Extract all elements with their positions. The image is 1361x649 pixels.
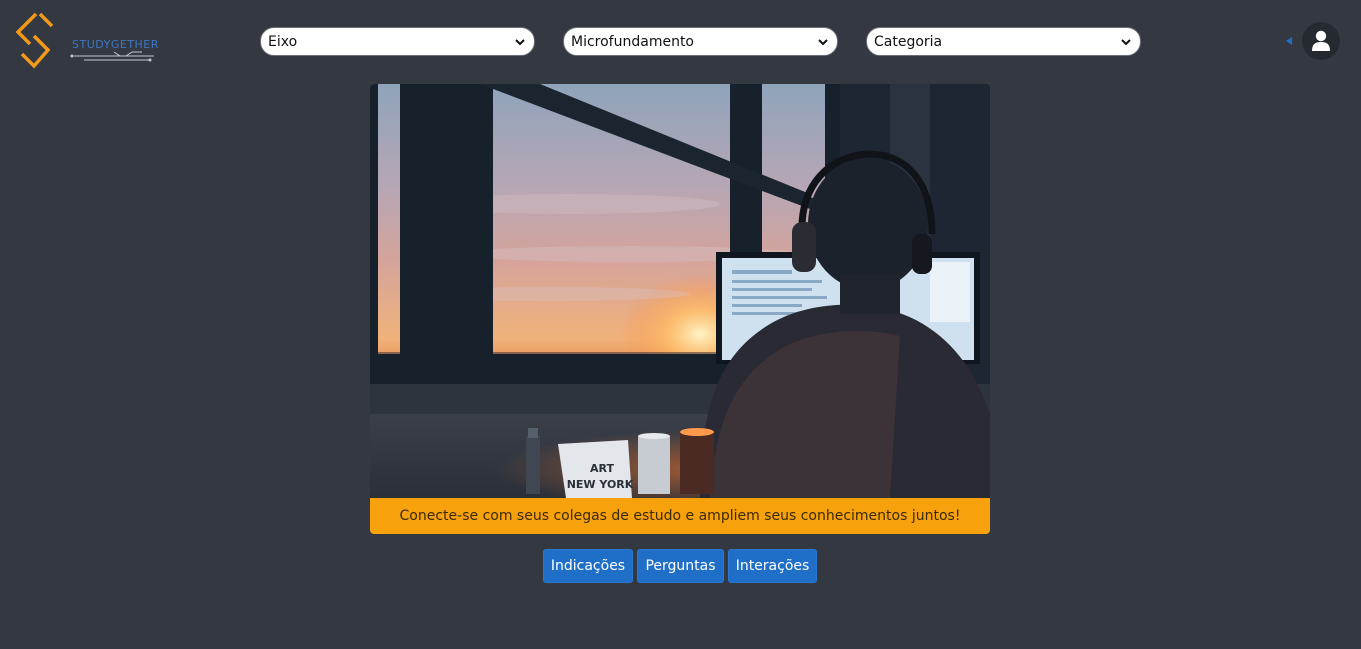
logo-text: STUDYGETHER (72, 38, 159, 51)
categoria-select[interactable]: Categoria (866, 27, 1141, 56)
eixo-select-value: Eixo (268, 33, 298, 50)
microfundamento-select-value: Microfundamento (571, 33, 694, 50)
page: STUDYGETHER Eixo Microfundamento Categor… (0, 0, 1361, 649)
logo[interactable]: STUDYGETHER (14, 12, 170, 70)
hero-image: ART NEW YORK (370, 84, 990, 498)
caret-left-icon[interactable] (1286, 37, 1292, 45)
interacoes-button[interactable]: Interações (728, 549, 817, 583)
chevron-down-icon (1121, 38, 1131, 45)
hero-card: ART NEW YORK Conecte-se com seus colegas… (370, 84, 990, 534)
mug-text: ART (590, 462, 614, 475)
mug-text-line2: NEW YORK (567, 478, 634, 491)
eixo-select[interactable]: Eixo (260, 27, 535, 56)
perguntas-button[interactable]: Perguntas (637, 549, 724, 583)
indicacoes-button[interactable]: Indicações (543, 549, 633, 583)
microfundamento-select[interactable]: Microfundamento (563, 27, 838, 56)
user-icon (1312, 30, 1330, 51)
hero-banner: Conecte-se com seus colegas de estudo e … (370, 498, 990, 534)
categoria-select-value: Categoria (874, 33, 943, 50)
user-avatar-button[interactable] (1302, 22, 1340, 60)
chevron-down-icon (515, 38, 525, 45)
chevron-down-icon (818, 38, 828, 45)
